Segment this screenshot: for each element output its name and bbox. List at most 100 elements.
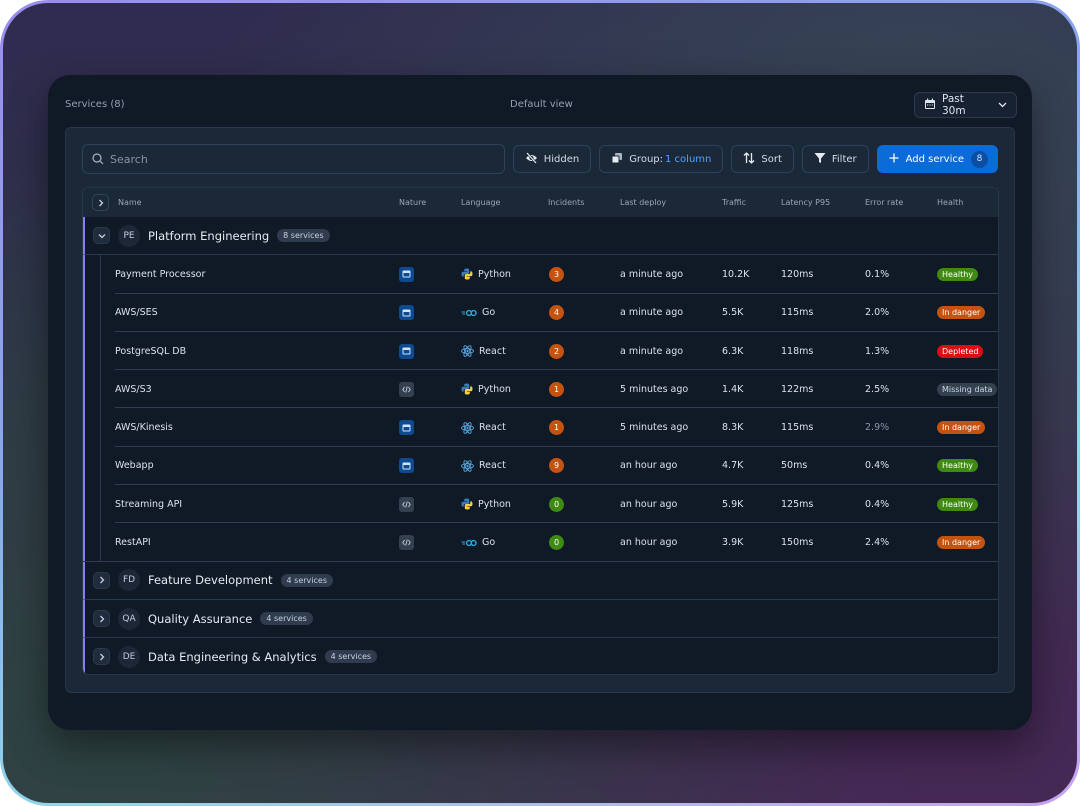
search-field[interactable]	[82, 144, 505, 174]
last-deploy: 5 minutes ago	[620, 422, 689, 434]
group-count-badge: 4 services	[260, 612, 313, 626]
language-label: React	[479, 345, 506, 357]
group-toggle-button[interactable]	[93, 648, 110, 666]
nature-cell	[399, 255, 414, 293]
column-header-latency[interactable]: Latency P95	[781, 198, 830, 207]
app-frame: Services (8) Default view Past 30m Searc…	[0, 0, 1080, 806]
group-row[interactable]: FD Feature Development 4 services	[83, 561, 998, 600]
incidents-cell: 2	[549, 332, 564, 370]
group-row[interactable]: QA Quality Assurance 4 services	[83, 599, 998, 639]
calendar-icon	[924, 98, 936, 113]
incidents-cell: 0	[549, 485, 564, 523]
service-name[interactable]: AWS/SES	[115, 294, 158, 332]
health-cell: Healthy	[937, 485, 979, 523]
traffic-value: 10.2K	[722, 268, 750, 280]
language-label: Go	[482, 307, 496, 319]
language-cell: React	[461, 447, 506, 485]
traffic-value: 8.3K	[722, 422, 744, 434]
time-range-label: Past 30m	[942, 93, 966, 117]
table-row[interactable]: Webapp React 9 an hour ago 4.7K 50ms 0.4…	[85, 447, 998, 486]
python-icon	[461, 268, 473, 280]
column-header-language[interactable]: Language	[461, 198, 500, 207]
service-name[interactable]: AWS/Kinesis	[115, 408, 173, 446]
add-service-button[interactable]: Add service 8	[876, 145, 998, 173]
table-row[interactable]: AWS/SES Go 4 a minute ago 5.5K 115ms 2.0…	[85, 294, 998, 333]
language-cell: Python	[461, 370, 511, 408]
nature-cell	[399, 332, 414, 370]
last-deploy: an hour ago	[620, 537, 678, 549]
health-cell: Missing data	[937, 370, 998, 408]
table-row[interactable]: Payment Processor Python 3 a minute ago …	[85, 255, 998, 294]
latency-value: 115ms	[781, 307, 814, 319]
service-name[interactable]: Streaming API	[115, 485, 182, 523]
time-range-button[interactable]: Past 30m	[914, 92, 1017, 118]
column-header-traffic[interactable]: Traffic	[722, 198, 746, 207]
group-name: Data Engineering & Analytics	[148, 649, 317, 664]
language-cell: Python	[461, 485, 511, 523]
latency-value: 118ms	[781, 345, 814, 357]
table-row[interactable]: Streaming API Python 0 an hour ago 5.9K …	[85, 485, 998, 524]
service-name[interactable]: Webapp	[115, 447, 154, 485]
column-header-nature[interactable]: Nature	[399, 198, 426, 207]
group-row[interactable]: PE Platform Engineering 8 services	[83, 217, 998, 256]
sort-button[interactable]: Sort	[731, 145, 794, 173]
chevron-down-icon	[998, 99, 1007, 111]
chevron-right-icon	[99, 576, 105, 584]
react-icon	[461, 345, 474, 357]
expand-all-button[interactable]	[92, 194, 109, 211]
language-cell: Go	[461, 294, 495, 332]
service-name[interactable]: PostgreSQL DB	[115, 332, 186, 370]
incident-count-badge[interactable]: 9	[549, 458, 564, 474]
search-input[interactable]	[110, 152, 495, 166]
group-button[interactable]: Group: 1 column	[599, 145, 724, 173]
service-name[interactable]: AWS/S3	[115, 370, 152, 408]
table-row[interactable]: AWS/Kinesis React 1 5 minutes ago 8.3K 1…	[85, 408, 998, 448]
incident-count-badge[interactable]: 1	[549, 381, 564, 397]
incident-count-badge[interactable]: 4	[549, 305, 564, 321]
filter-button[interactable]: Filter	[801, 145, 869, 173]
group-count-badge: 4 services	[324, 650, 378, 664]
services-panel: Hidden Group: 1 column Sort	[65, 127, 1015, 693]
filter-icon	[814, 152, 826, 167]
traffic-value: 6.3K	[722, 345, 744, 357]
health-cell: Healthy	[937, 255, 979, 293]
incident-count-badge[interactable]: 2	[549, 343, 564, 359]
background: Services (8) Default view Past 30m Searc…	[3, 3, 1077, 803]
column-header-error-rate[interactable]: Error rate	[865, 198, 903, 207]
column-header-name[interactable]: Name	[118, 198, 142, 207]
language-label: React	[479, 460, 506, 472]
error-rate-value: 2.9%	[865, 422, 890, 434]
error-rate-value: 2.5%	[865, 383, 890, 395]
health-status-badge: In danger	[937, 536, 986, 550]
group-row[interactable]: DE Data Engineering & Analytics 4 servic…	[83, 638, 998, 674]
table-row[interactable]: PostgreSQL DB React 2 a minute ago 6.3K …	[85, 332, 998, 371]
page-title: Services (8)	[65, 99, 125, 110]
hidden-button[interactable]: Hidden	[512, 145, 592, 173]
column-header-health[interactable]: Health	[937, 198, 963, 207]
search-icon	[92, 150, 104, 169]
health-status-badge: Depleted	[937, 344, 984, 358]
table-row[interactable]: AWS/S3 Python 1 5 minutes ago 1.4K 122ms…	[85, 370, 998, 409]
group-toggle-button[interactable]	[93, 571, 110, 589]
incident-count-badge[interactable]: 0	[549, 535, 564, 551]
group-avatar: FD	[118, 569, 140, 592]
language-cell: Go	[461, 523, 495, 561]
health-status-badge: Healthy	[937, 459, 979, 473]
service-name[interactable]: RestAPI	[115, 523, 151, 561]
service-name[interactable]: Payment Processor	[115, 255, 205, 293]
column-header-incidents[interactable]: Incidents	[548, 198, 584, 207]
language-label: Python	[478, 498, 511, 510]
latency-value: 125ms	[781, 498, 814, 510]
table-row[interactable]: RestAPI Go 0 an hour ago 3.9K 150ms 2.4%	[83, 523, 998, 562]
error-rate-value: 1.3%	[865, 345, 890, 357]
health-cell: In danger	[937, 408, 986, 446]
column-header-last-deploy[interactable]: Last deploy	[620, 198, 666, 207]
groups-list: PE Platform Engineering 8 services Payme…	[83, 217, 998, 674]
incident-count-badge[interactable]: 1	[549, 420, 564, 436]
group-toggle-button[interactable]	[93, 227, 110, 245]
incident-count-badge[interactable]: 0	[549, 496, 564, 512]
last-deploy: 5 minutes ago	[620, 383, 689, 395]
view-name[interactable]: Default view	[510, 99, 573, 110]
incident-count-badge[interactable]: 3	[549, 266, 564, 282]
group-toggle-button[interactable]	[93, 610, 110, 628]
